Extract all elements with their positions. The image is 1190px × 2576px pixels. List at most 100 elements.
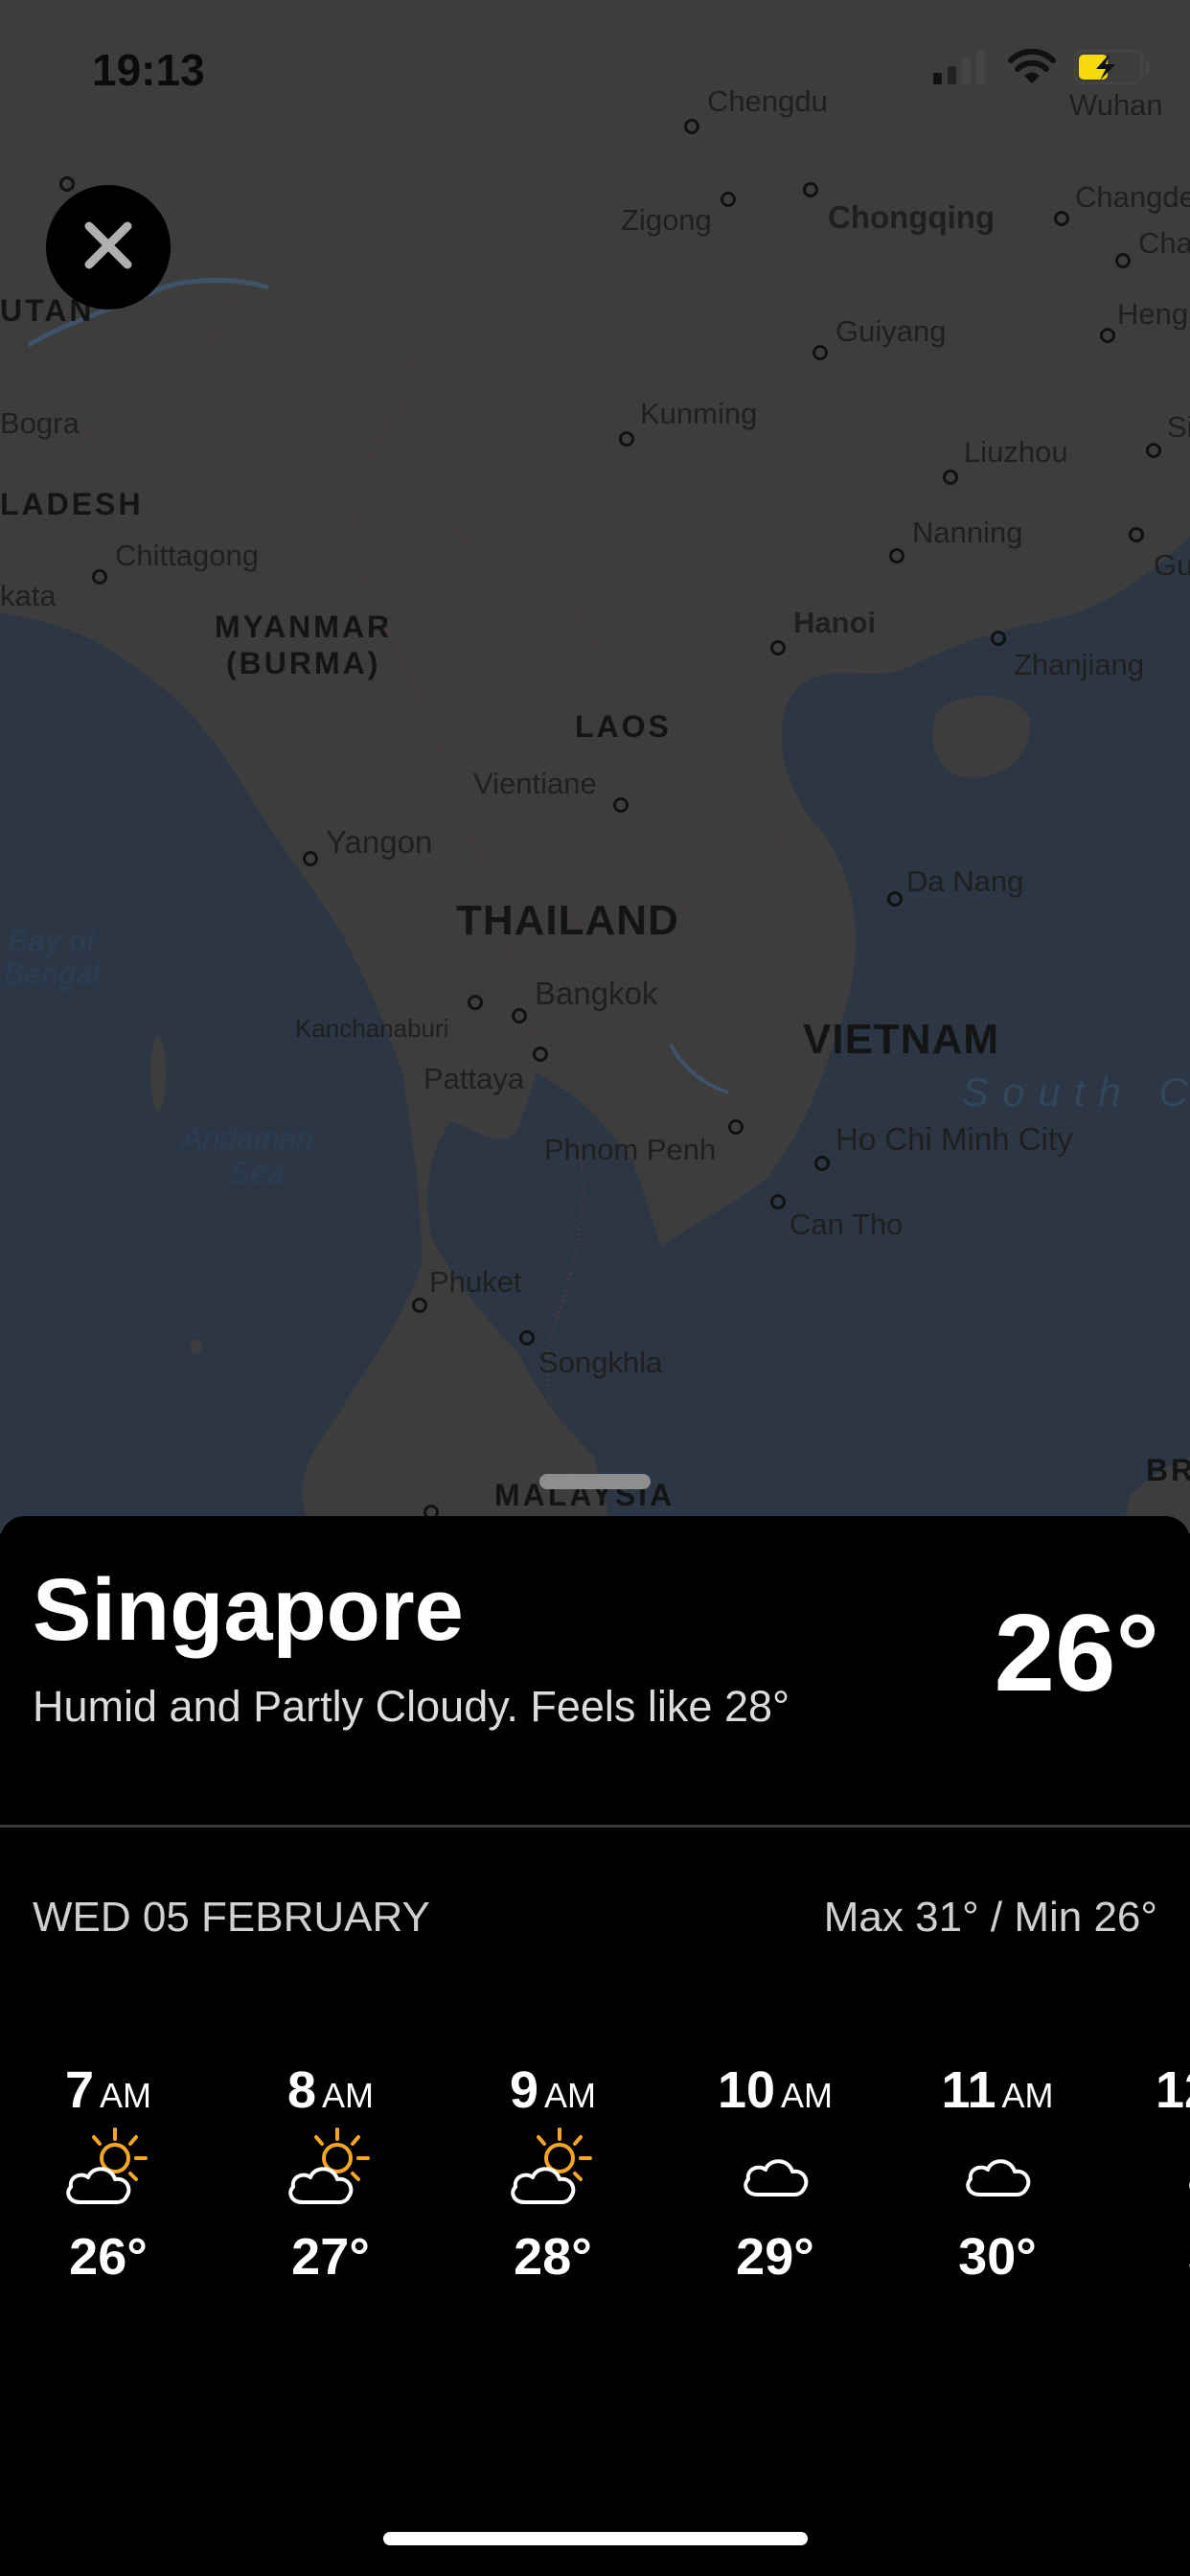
partly-cloudy-day-icon [56,2126,161,2226]
close-icon [81,218,135,277]
hourly-item: 10 AM 29° [684,2060,866,2287]
map-city-dot [814,1156,830,1171]
cloud-icon [950,2135,1045,2217]
map-label-phnom-penh: Phnom Penh [544,1133,717,1166]
city-name: Singapore [33,1561,464,1659]
map-label-liuzhou: Liuzhou [964,435,1068,469]
map-label-kunming: Kunming [640,397,758,430]
hourly-item: 9 AM 28° [462,2060,644,2287]
hour-label: 12 [1156,2061,1190,2119]
map-label-can-tho: Can Tho [790,1208,904,1241]
hour-label: 11 AM [941,2061,1054,2119]
home-indicator[interactable] [383,2532,808,2545]
cloud-icon [727,2135,823,2217]
map-label-south-china-sea: South C [962,1070,1190,1115]
map-label-nanning: Nanning [912,516,1023,549]
weather-map[interactable]: Chengdu Wuhan Zigong Chongqing Changde C… [0,0,1190,1533]
map-label-vientiane: Vientiane [473,767,597,800]
map-label-guiyang: Guiyang [835,314,947,348]
map-label-chittagong: Chittagong [115,539,259,572]
hour-temperature: 29° [736,2228,814,2286]
map-label-zhanjiang: Zhanjiang [1014,648,1145,681]
map-label-phuket: Phuket [429,1265,522,1299]
hour-temperature: 27° [291,2228,370,2286]
map-label-heng: Heng [1117,297,1189,331]
hourly-item: 8 AM 27° [240,2060,422,2287]
map-label-kolkata: kata [0,579,57,612]
map-label-danang: Da Nang [906,864,1024,898]
hour-temperature: 28° [514,2228,592,2286]
map-city-dot [1129,527,1144,542]
partly-cloudy-day-icon [278,2126,383,2226]
map-label-bengal: Bengal [4,956,100,991]
hour-label: 7 AM [64,2061,152,2119]
map-city-dot [889,548,904,564]
map-label-burma: (BURMA) [226,646,381,680]
map-label-chengdu: Chengdu [707,84,828,118]
map-label-yangon: Yangon [326,824,433,860]
map-label-bangkok: Bangkok [535,976,658,1011]
map-city-dot [533,1046,548,1062]
map-label-ho-chi-minh: Ho Chi Minh City [835,1121,1073,1157]
map-city-dot [619,431,634,447]
hourly-item: 12 3 [1102,2060,1190,2287]
map-city-dot [943,470,958,485]
sheet-grabber-handle[interactable] [539,1474,651,1489]
current-temperature: 26° [994,1593,1159,1714]
map-city-dot [512,1008,527,1024]
hourly-item: 7 AM 26° [17,2060,199,2287]
map-city-dot [519,1330,535,1346]
partly-cloudy-day-icon [500,2126,606,2226]
map-label-bay-of: Bay of [8,924,95,958]
hourly-item: 11 AM 30° [906,2060,1088,2287]
map-label-andaman-sea: Sea [230,1156,285,1190]
map-city-dot [684,119,699,134]
map-label-songkhla: Songkhla [538,1346,663,1379]
weather-summary: Humid and Partly Cloudy. Feels like 28° [33,1682,790,1731]
map-city-dot [92,569,107,585]
max-min-temperature: Max 31° / Min 26° [823,1894,1157,1941]
wifi-icon [1008,48,1056,90]
map-label-kanchanaburi: Kanchanaburi [295,1014,449,1043]
map-label-si: Si [1167,410,1190,444]
status-bar-time: 19:13 [92,45,205,95]
map-city-dot [613,797,629,813]
hour-temperature: 3 [1102,2227,1190,2287]
close-button[interactable] [46,185,171,310]
map-label-andaman: Andaman [182,1121,313,1156]
map-city-dot [468,995,483,1010]
map-city-dot [991,631,1006,646]
map-label-gu: Gu [1154,548,1190,582]
hour-label: 8 AM [286,2061,375,2119]
map-label-chongqing: Chongqing [828,199,995,235]
map-city-dot [721,192,736,207]
hourly-forecast[interactable]: 7 AM 26° 8 AM 27° 9 AM 28° 10 AM 29° 11 AM 30… [0,2060,1190,2310]
map-city-dot [59,176,75,192]
cellular-signal-icon [933,50,991,89]
map-city-dot [887,891,903,907]
map-label-bangladesh: LADESH [0,487,144,521]
map-label-zigong: Zigong [621,203,712,237]
hour-label: 9 AM [509,2061,597,2119]
map-label-pattaya: Pattaya [423,1062,525,1095]
battery-charging-icon [1073,48,1152,91]
map-label-brunei: BR [1146,1453,1190,1487]
status-bar-icons [933,48,1152,91]
hour-temperature: 30° [958,2228,1037,2286]
map-city-dot [1115,253,1131,268]
map-city-dot [770,1194,786,1209]
map-label-thailand: THAILAND [456,897,679,944]
map-label-laos: LAOS [575,709,672,744]
map-city-dot [1146,443,1161,458]
map-label-changde: Changde [1075,180,1190,214]
map-label-myanmar: MYANMAR [215,610,393,644]
map-label-wuhan: Wuhan [1069,88,1163,122]
forecast-date: WED 05 FEBRUARY [33,1894,430,1941]
map-label-cha: Cha [1138,226,1190,260]
map-label-hanoi: Hanoi [793,606,877,639]
cloud-icon [1173,2135,1190,2217]
map-city-dot [412,1298,427,1313]
map-city-dot [303,851,318,866]
map-city-dot [728,1119,744,1135]
map-city-dot [812,345,828,360]
